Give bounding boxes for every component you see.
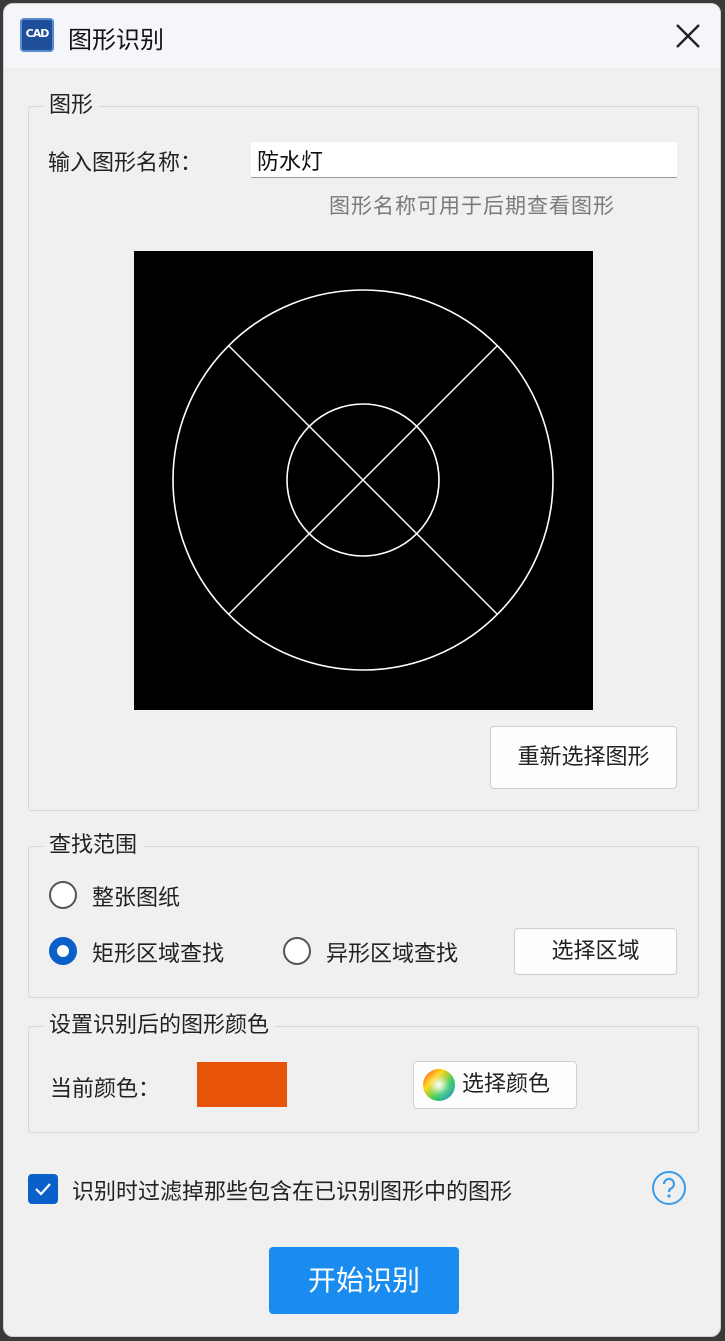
title-bar: CAD 图形识别 [4,4,720,68]
radio-rect-area-label: 矩形区域查找 [92,942,225,967]
close-button[interactable] [668,16,708,56]
current-color-label: 当前颜色： [50,1077,161,1102]
search-range-legend: 查找范围 [43,831,144,861]
checkmark-icon [35,1183,51,1196]
start-recognition-button[interactable]: 开始识别 [269,1247,459,1314]
shape-preview-drawing [172,289,554,671]
cad-app-icon: CAD [20,18,54,52]
shape-preview [134,251,593,710]
shape-name-label: 输入图形名称： [48,151,203,176]
app-icon-text: CAD [25,27,50,40]
filter-checkbox[interactable] [28,1174,58,1204]
shape-group-legend: 图形 [43,91,100,121]
filter-checkbox-label: 识别时过滤掉那些包含在已识别图形中的图形 [72,1180,513,1205]
search-range-group: 查找范围 [28,831,699,998]
radio-whole-drawing[interactable] [49,881,77,909]
select-area-button[interactable]: 选择区域 [514,928,677,975]
color-group-legend: 设置识别后的图形颜色 [43,1011,276,1041]
radio-rect-area[interactable] [49,937,77,965]
help-icon[interactable] [651,1170,687,1206]
radio-irregular-area-label: 异形区域查找 [326,942,459,967]
reselect-shape-button[interactable]: 重新选择图形 [490,726,677,789]
choose-color-label: 选择颜色 [462,1072,551,1097]
shape-recognition-dialog: CAD 图形识别 图形 输入图形名称： 图形名称可用于后期查看图形 重新选择图形… [3,3,721,1337]
question-icon [652,1171,686,1205]
current-color-swatch [197,1062,287,1107]
shape-name-hint: 图形名称可用于后期查看图形 [329,194,615,218]
window-title: 图形识别 [68,26,164,54]
choose-color-button[interactable]: 选择颜色 [413,1061,577,1109]
radio-irregular-area[interactable] [283,937,311,965]
shape-name-input[interactable] [251,142,677,178]
radio-whole-drawing-label: 整张图纸 [92,886,181,911]
close-icon [676,24,700,48]
color-wheel-icon [423,1069,455,1101]
